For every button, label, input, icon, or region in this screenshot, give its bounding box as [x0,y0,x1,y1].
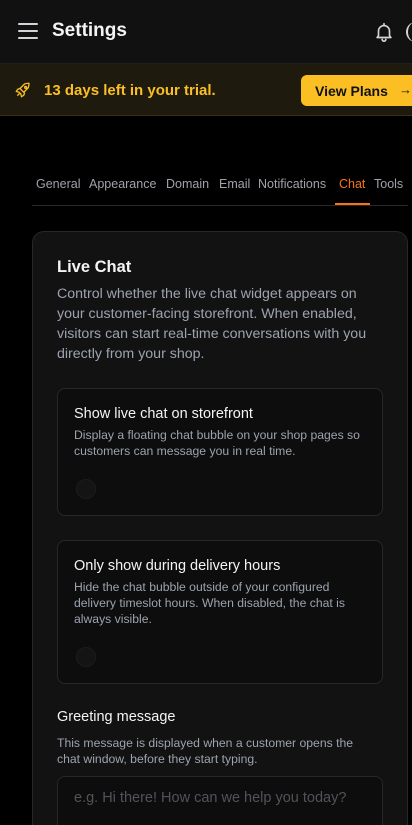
page-title: Settings [52,20,127,41]
tab-tools[interactable]: Tools [374,177,403,191]
view-plans-button[interactable]: View Plans [301,75,412,106]
section-description: Control whether the live chat widget app… [57,286,367,362]
greeting-help-text: This message is displayed when a custome… [57,736,354,766]
option-title: Show live chat on storefront [74,406,253,422]
section-title: Live Chat [57,258,132,276]
tab-general[interactable]: General [36,177,80,191]
option-description: Display a floating chat bubble on your s… [74,428,360,458]
tab-chat[interactable]: Chat [339,177,365,191]
rocket-icon [15,82,30,98]
settings-tabs: General Appearance Domain Email Notifica… [32,168,408,206]
tab-appearance[interactable]: Appearance [89,177,156,191]
arrow-right-icon: → [399,82,412,97]
tab-email[interactable]: Email [219,177,250,191]
profile-avatar[interactable] [406,22,412,42]
tab-domain[interactable]: Domain [166,177,209,191]
bell-icon[interactable] [373,20,395,44]
view-plans-label: View Plans [315,82,388,99]
option-description: Hide the chat bubble outside of your con… [74,580,345,626]
tab-notifications[interactable]: Notifications [258,177,326,191]
option-title: Only show during delivery hours [74,558,281,574]
greeting-message-input[interactable] [57,776,383,825]
top-bar: Settings [0,0,412,64]
delivery-hours-toggle[interactable] [76,647,96,667]
active-tab-indicator [335,203,370,205]
hamburger-menu-icon[interactable] [18,23,38,41]
show-live-chat-toggle[interactable] [76,479,96,499]
greeting-label: Greeting message [57,709,176,725]
trial-text: 13 days left in your trial. [44,82,216,99]
